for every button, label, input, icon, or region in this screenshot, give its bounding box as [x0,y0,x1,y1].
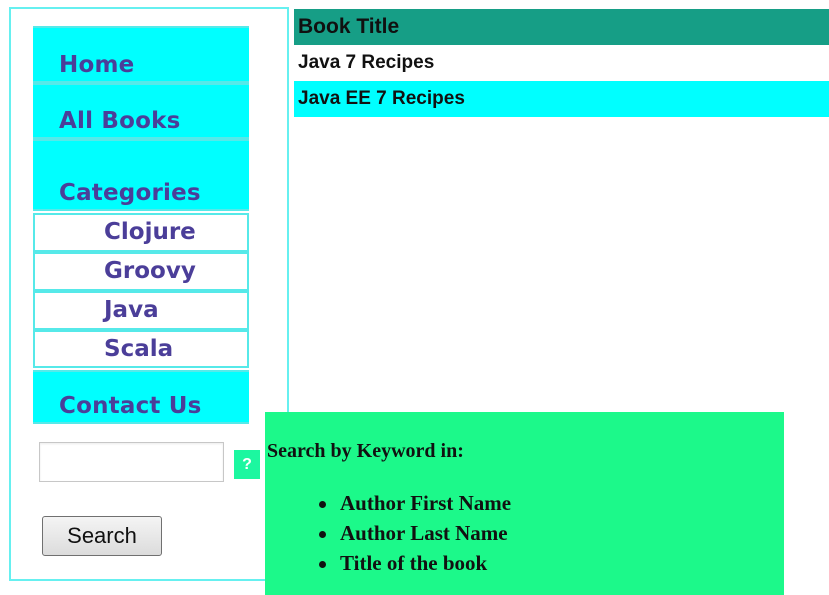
category-label-clojure: Clojure [104,219,196,245]
menu-categories[interactable]: Categories [33,139,249,211]
menu-contact-us-label: Contact Us [59,393,202,419]
table-header-book-title: Book Title [294,9,829,45]
category-item-clojure[interactable]: Clojure [33,213,249,252]
search-input[interactable] [39,442,224,482]
category-label-java: Java [104,297,159,323]
category-label-scala: Scala [104,336,174,362]
search-button[interactable]: Search [42,516,162,556]
menu-all-books[interactable]: All Books [33,83,249,139]
category-item-java[interactable]: Java [33,291,249,330]
search-help-item: Title of the book [318,548,511,578]
menu-home-label: Home [59,52,135,78]
sidebar: Home All Books Categories Clojure Groovy… [9,7,289,581]
menu-categories-label: Categories [59,180,201,206]
category-item-groovy[interactable]: Groovy [33,252,249,291]
menu-all-books-label: All Books [59,108,181,134]
search-help-item: Author First Name [318,488,511,518]
search-help-title: Search by Keyword in: [267,440,464,462]
search-help-list: Author First Name Author Last Name Title… [318,488,511,578]
table-row[interactable]: Java 7 Recipes [294,45,829,81]
question-icon[interactable]: ? [234,450,260,479]
menu-contact-us[interactable]: Contact Us [33,370,249,424]
search-help-item: Author Last Name [318,518,511,548]
category-label-groovy: Groovy [104,258,196,284]
menu-home[interactable]: Home [33,26,249,83]
search-help-tooltip: Search by Keyword in: Author First Name … [265,412,784,595]
table-row[interactable]: Java EE 7 Recipes [294,81,829,117]
book-table: Book Title Java 7 Recipes Java EE 7 Reci… [294,9,829,117]
category-item-scala[interactable]: Scala [33,330,249,368]
